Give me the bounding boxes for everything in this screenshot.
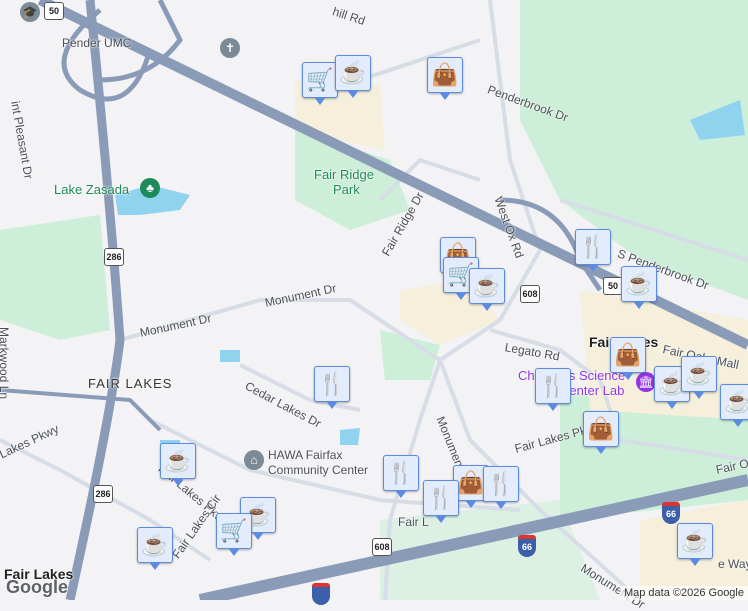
utensils-icon: 🍴	[579, 234, 607, 259]
bag-icon: 👜	[614, 342, 642, 367]
utensils-icon: 🍴	[387, 460, 415, 485]
bag-icon: 👜	[431, 62, 459, 87]
marker-coffee[interactable]: ☕	[137, 527, 173, 570]
va-608-shield: 608	[372, 538, 392, 556]
va-286-shield: 286	[104, 248, 124, 266]
coffee-icon: ☕	[164, 448, 192, 473]
marker-utensils[interactable]: 🍴	[314, 366, 350, 409]
marker-coffee[interactable]: ☕	[160, 443, 196, 486]
map-attribution[interactable]: Map data ©2026 Google	[619, 586, 748, 600]
school-icon[interactable]: 🎓	[20, 2, 40, 22]
bag-icon: 👜	[457, 470, 485, 495]
community-center-icon[interactable]: ⌂	[244, 450, 264, 470]
coffee-icon: ☕	[339, 60, 367, 85]
church-icon[interactable]: ✝	[220, 38, 240, 58]
marker-utensils[interactable]: 🍴	[575, 229, 611, 272]
tree-icon[interactable]: ♣	[140, 178, 160, 198]
coffee-icon: ☕	[473, 273, 501, 298]
label-hawa-1: HAWA Fairfax	[268, 448, 343, 462]
va-608-shield: 608	[520, 285, 540, 303]
label-pender-umc: Pender UMC	[62, 36, 132, 50]
i-66-shield: 66	[662, 502, 680, 524]
marker-cart[interactable]: 🛒	[216, 513, 252, 556]
marker-utensils[interactable]: 🍴	[535, 368, 571, 411]
marker-coffee[interactable]: ☕	[677, 523, 713, 566]
utensils-icon: 🍴	[427, 485, 455, 510]
marker-coffee[interactable]: ☕	[681, 356, 717, 399]
label-e-way: e Way	[718, 557, 748, 571]
marker-bag[interactable]: 👜	[610, 337, 646, 380]
marker-coffee[interactable]: ☕	[720, 384, 748, 427]
google-logo: Google	[6, 577, 68, 597]
coffee-icon: ☕	[685, 361, 713, 386]
marker-utensils[interactable]: 🍴	[383, 455, 419, 498]
marker-coffee[interactable]: ☕	[621, 266, 657, 309]
marker-bag[interactable]: 👜	[583, 411, 619, 454]
label-fair-ridge-park-2: Park	[333, 182, 360, 197]
marker-bag[interactable]: 👜	[427, 57, 463, 100]
va-286-shield: 286	[93, 485, 113, 503]
label-lake-zasada: Lake Zasada	[54, 182, 130, 197]
label-markwood-ln: Markwood Ln	[0, 327, 11, 400]
label-hawa-2: Community Center	[268, 463, 369, 477]
cart-icon: 🛒	[220, 518, 248, 543]
coffee-icon: ☕	[141, 532, 169, 557]
coffee-icon: ☕	[625, 271, 653, 296]
us-50-shield: 50	[603, 277, 623, 295]
museum-icon[interactable]: 🏛	[636, 372, 656, 392]
utensils-icon: 🍴	[487, 471, 515, 496]
marker-coffee[interactable]: ☕	[469, 268, 505, 311]
marker-utensils[interactable]: 🍴	[483, 466, 519, 509]
marker-cart[interactable]: 🛒	[302, 62, 338, 105]
utensils-icon: 🍴	[318, 371, 346, 396]
coffee-icon: ☕	[724, 389, 748, 414]
coffee-icon: ☕	[681, 528, 709, 553]
bag-icon: 👜	[587, 416, 615, 441]
label-fair-ridge-park-1: Fair Ridge	[314, 167, 374, 182]
label-fair-l: Fair L	[398, 515, 429, 529]
cart-icon: 🛒	[306, 67, 334, 92]
label-fair-lakes-area: FAIR LAKES	[88, 376, 173, 391]
i-66-shield: 66	[518, 535, 536, 557]
marker-utensils[interactable]: 🍴	[423, 480, 459, 523]
i-66-shield	[312, 583, 330, 605]
marker-coffee[interactable]: ☕	[335, 55, 371, 98]
us-50-shield: 50	[44, 2, 64, 20]
utensils-icon: 🍴	[539, 373, 567, 398]
